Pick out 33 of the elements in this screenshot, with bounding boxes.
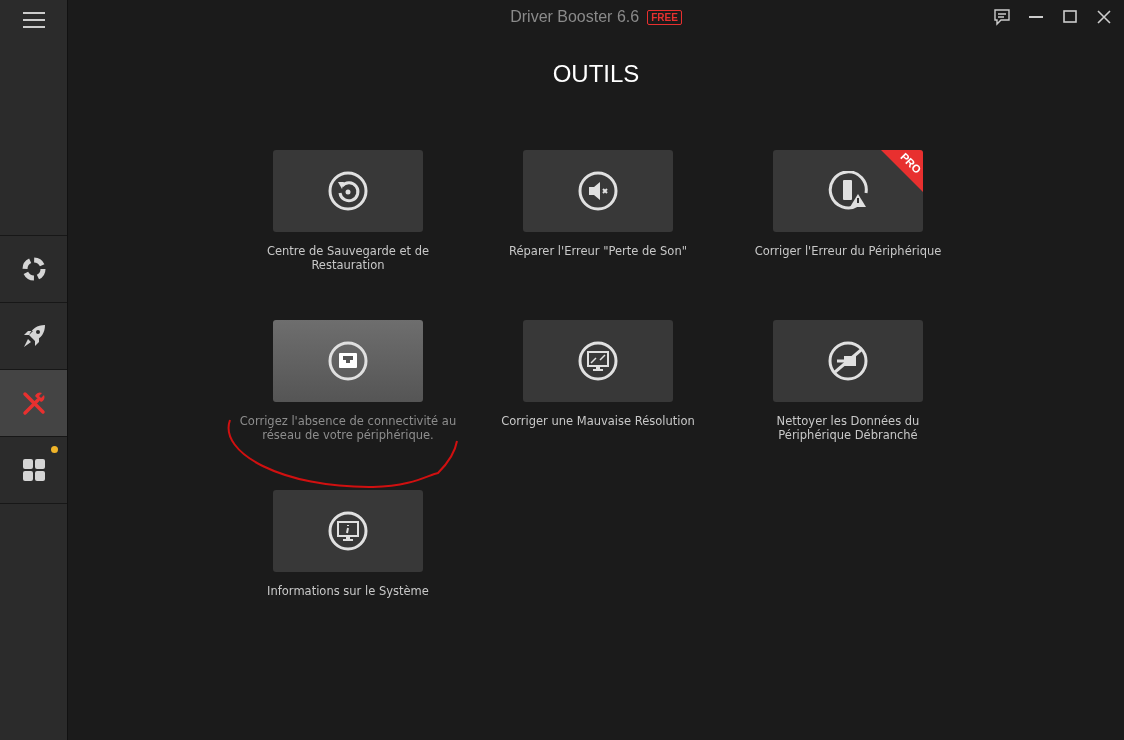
tool-tile[interactable] (773, 320, 923, 402)
maximize-icon (1063, 10, 1077, 24)
page-title: OUTILS (552, 60, 640, 88)
close-icon (1097, 10, 1111, 24)
tool-tile[interactable] (523, 320, 673, 402)
tool-label: Corriger l'Erreur du Périphérique (753, 244, 943, 258)
tool-label: Centre de Sauvegarde et de Restauration (265, 244, 431, 272)
tools-icon (20, 390, 47, 416)
tool-label: Nettoyer les Données du Périphérique Débranché (775, 414, 921, 442)
tool-tile[interactable] (273, 490, 423, 572)
device-warning-icon (828, 171, 868, 211)
monitor-resize-icon (578, 341, 618, 381)
unplugged-device-icon (828, 341, 868, 381)
ethernet-port-icon (328, 341, 368, 381)
minimize-icon (1029, 16, 1043, 18)
tool-tile[interactable] (273, 320, 423, 402)
menu-icon (21, 11, 46, 29)
chat-icon (993, 8, 1011, 26)
tool-label: Corrigez l'absence de connectivité au réseau de votre périphérique. (238, 414, 458, 442)
monitor-info-icon (328, 511, 368, 551)
notification-dot (51, 446, 58, 453)
feedback-button[interactable] (992, 7, 1012, 27)
tool-label: Corriger une Mauvaise Résolution (500, 414, 696, 428)
tool-label: Informations sur le Système (266, 584, 430, 598)
tool-label: Réparer l'Erreur "Perte de Son" (508, 244, 688, 258)
edition-badge: FREE (647, 9, 682, 25)
restore-icon (328, 171, 368, 211)
tool-tile[interactable] (273, 150, 423, 232)
apps-grid-icon (21, 458, 46, 482)
window-title: Driver Booster 6.6 (510, 8, 640, 26)
tool-tile[interactable] (523, 150, 673, 232)
mute-icon (578, 171, 618, 211)
lifebuoy-icon (20, 256, 47, 282)
